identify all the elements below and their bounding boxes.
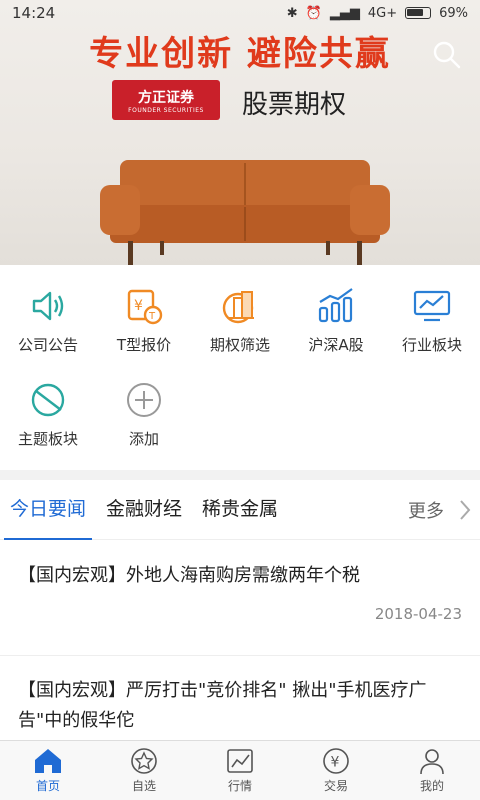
battery-icon	[405, 7, 432, 19]
battery-level: 69%	[439, 5, 468, 21]
tab-today-news[interactable]: 今日要闻	[0, 480, 96, 540]
nav-trade[interactable]: ¥ 交易	[288, 741, 384, 800]
grid-item-add[interactable]: 添加	[96, 378, 192, 472]
status-time: 14:24	[12, 4, 56, 22]
alarm-icon: ⏰	[305, 5, 322, 21]
founder-securities-logo: 方正证券 FOUNDER SECURITIES	[112, 80, 220, 120]
banner-slogan: 专业创新 避险共赢	[89, 34, 391, 74]
nav-label: 行情	[227, 779, 252, 793]
nav-home[interactable]: 首页	[0, 741, 96, 800]
grid-item-industry[interactable]: 行业板块	[384, 284, 480, 378]
grid-item-theme[interactable]: 主题板块	[0, 378, 96, 472]
building-filter-icon	[218, 284, 262, 328]
plus-circle-icon	[122, 378, 166, 422]
grid-item-label: 期权筛选	[209, 336, 270, 354]
nav-label: 自选	[131, 779, 156, 793]
yuan-quote-icon: ¥ T	[122, 284, 166, 328]
news-tabs: 今日要闻 金融财经 稀贵金属 更多	[0, 480, 480, 540]
svg-text:¥: ¥	[331, 755, 340, 771]
banner-product-title: 股票期权	[242, 90, 347, 120]
logo-text: 方正证券	[138, 89, 194, 106]
grid-item-label: 主题板块	[17, 430, 78, 448]
grid-item-t-quote[interactable]: ¥ T T型报价	[96, 284, 192, 378]
network-label: 4G+	[367, 5, 398, 21]
nav-label: 交易	[323, 779, 348, 793]
grid-item-label: 添加	[128, 430, 159, 448]
grid-item-a-shares[interactable]: 沪深A股	[288, 284, 384, 378]
bluetooth-icon: ✱	[286, 5, 298, 21]
news-item[interactable]: 【国内宏观】外地人海南购房需缴两年个税 2018-04-23	[0, 541, 480, 656]
news-title: 【国内宏观】外地人海南购房需缴两年个税	[18, 565, 360, 586]
pie-chart-icon	[26, 378, 70, 422]
star-icon	[131, 748, 157, 774]
search-icon[interactable]	[432, 40, 462, 70]
home-icon	[35, 749, 61, 773]
nav-label: 我的	[419, 779, 444, 793]
tab-finance[interactable]: 金融财经	[96, 480, 192, 540]
status-bar: 14:24 ✱ ⏰ ▂▄▆ 4G+ 69%	[0, 0, 480, 26]
monitor-chart-icon	[410, 284, 454, 328]
sofa-image	[100, 160, 390, 265]
market-chart-icon	[227, 749, 253, 773]
nav-market[interactable]: 行情	[192, 741, 288, 800]
promo-banner[interactable]: 专业创新 避险共赢 方正证券 FOUNDER SECURITIES 股票期权	[0, 0, 480, 265]
grid-item-label: T型报价	[116, 336, 172, 354]
chevron-right-icon[interactable]	[458, 498, 472, 522]
speaker-icon	[26, 284, 70, 328]
news-date: 2018-04-23	[374, 605, 462, 623]
logo-subtext: FOUNDER SECURITIES	[128, 106, 204, 114]
svg-text:T: T	[148, 311, 156, 322]
bottom-nav: 首页 自选 行情 ¥ 交易 我的	[0, 740, 480, 800]
signal-icon: ▂▄▆	[329, 5, 360, 21]
nav-label: 首页	[35, 779, 60, 793]
grid-item-label: 行业板块	[401, 336, 462, 354]
user-icon	[420, 749, 444, 775]
tab-precious-metals[interactable]: 稀贵金属	[192, 480, 288, 540]
more-button[interactable]: 更多	[408, 497, 444, 523]
section-divider	[0, 470, 480, 480]
nav-mine[interactable]: 我的	[384, 741, 480, 800]
quick-entry-grid: 公司公告 ¥ T T型报价 期权筛选 沪深A股 行业板块 主题板块 添加	[0, 284, 480, 472]
grid-item-label: 沪深A股	[308, 336, 364, 354]
grid-item-option-filter[interactable]: 期权筛选	[192, 284, 288, 378]
grid-item-announcements[interactable]: 公司公告	[0, 284, 96, 378]
news-title: 【国内宏观】严厉打击"竞价排名" 揪出"手机医疗广告"中的假华佗	[18, 680, 427, 731]
nav-watchlist[interactable]: 自选	[96, 741, 192, 800]
svg-text:¥: ¥	[134, 298, 143, 314]
yuan-icon: ¥	[323, 748, 349, 774]
bar-chart-icon	[314, 284, 358, 328]
grid-item-label: 公司公告	[17, 336, 78, 354]
